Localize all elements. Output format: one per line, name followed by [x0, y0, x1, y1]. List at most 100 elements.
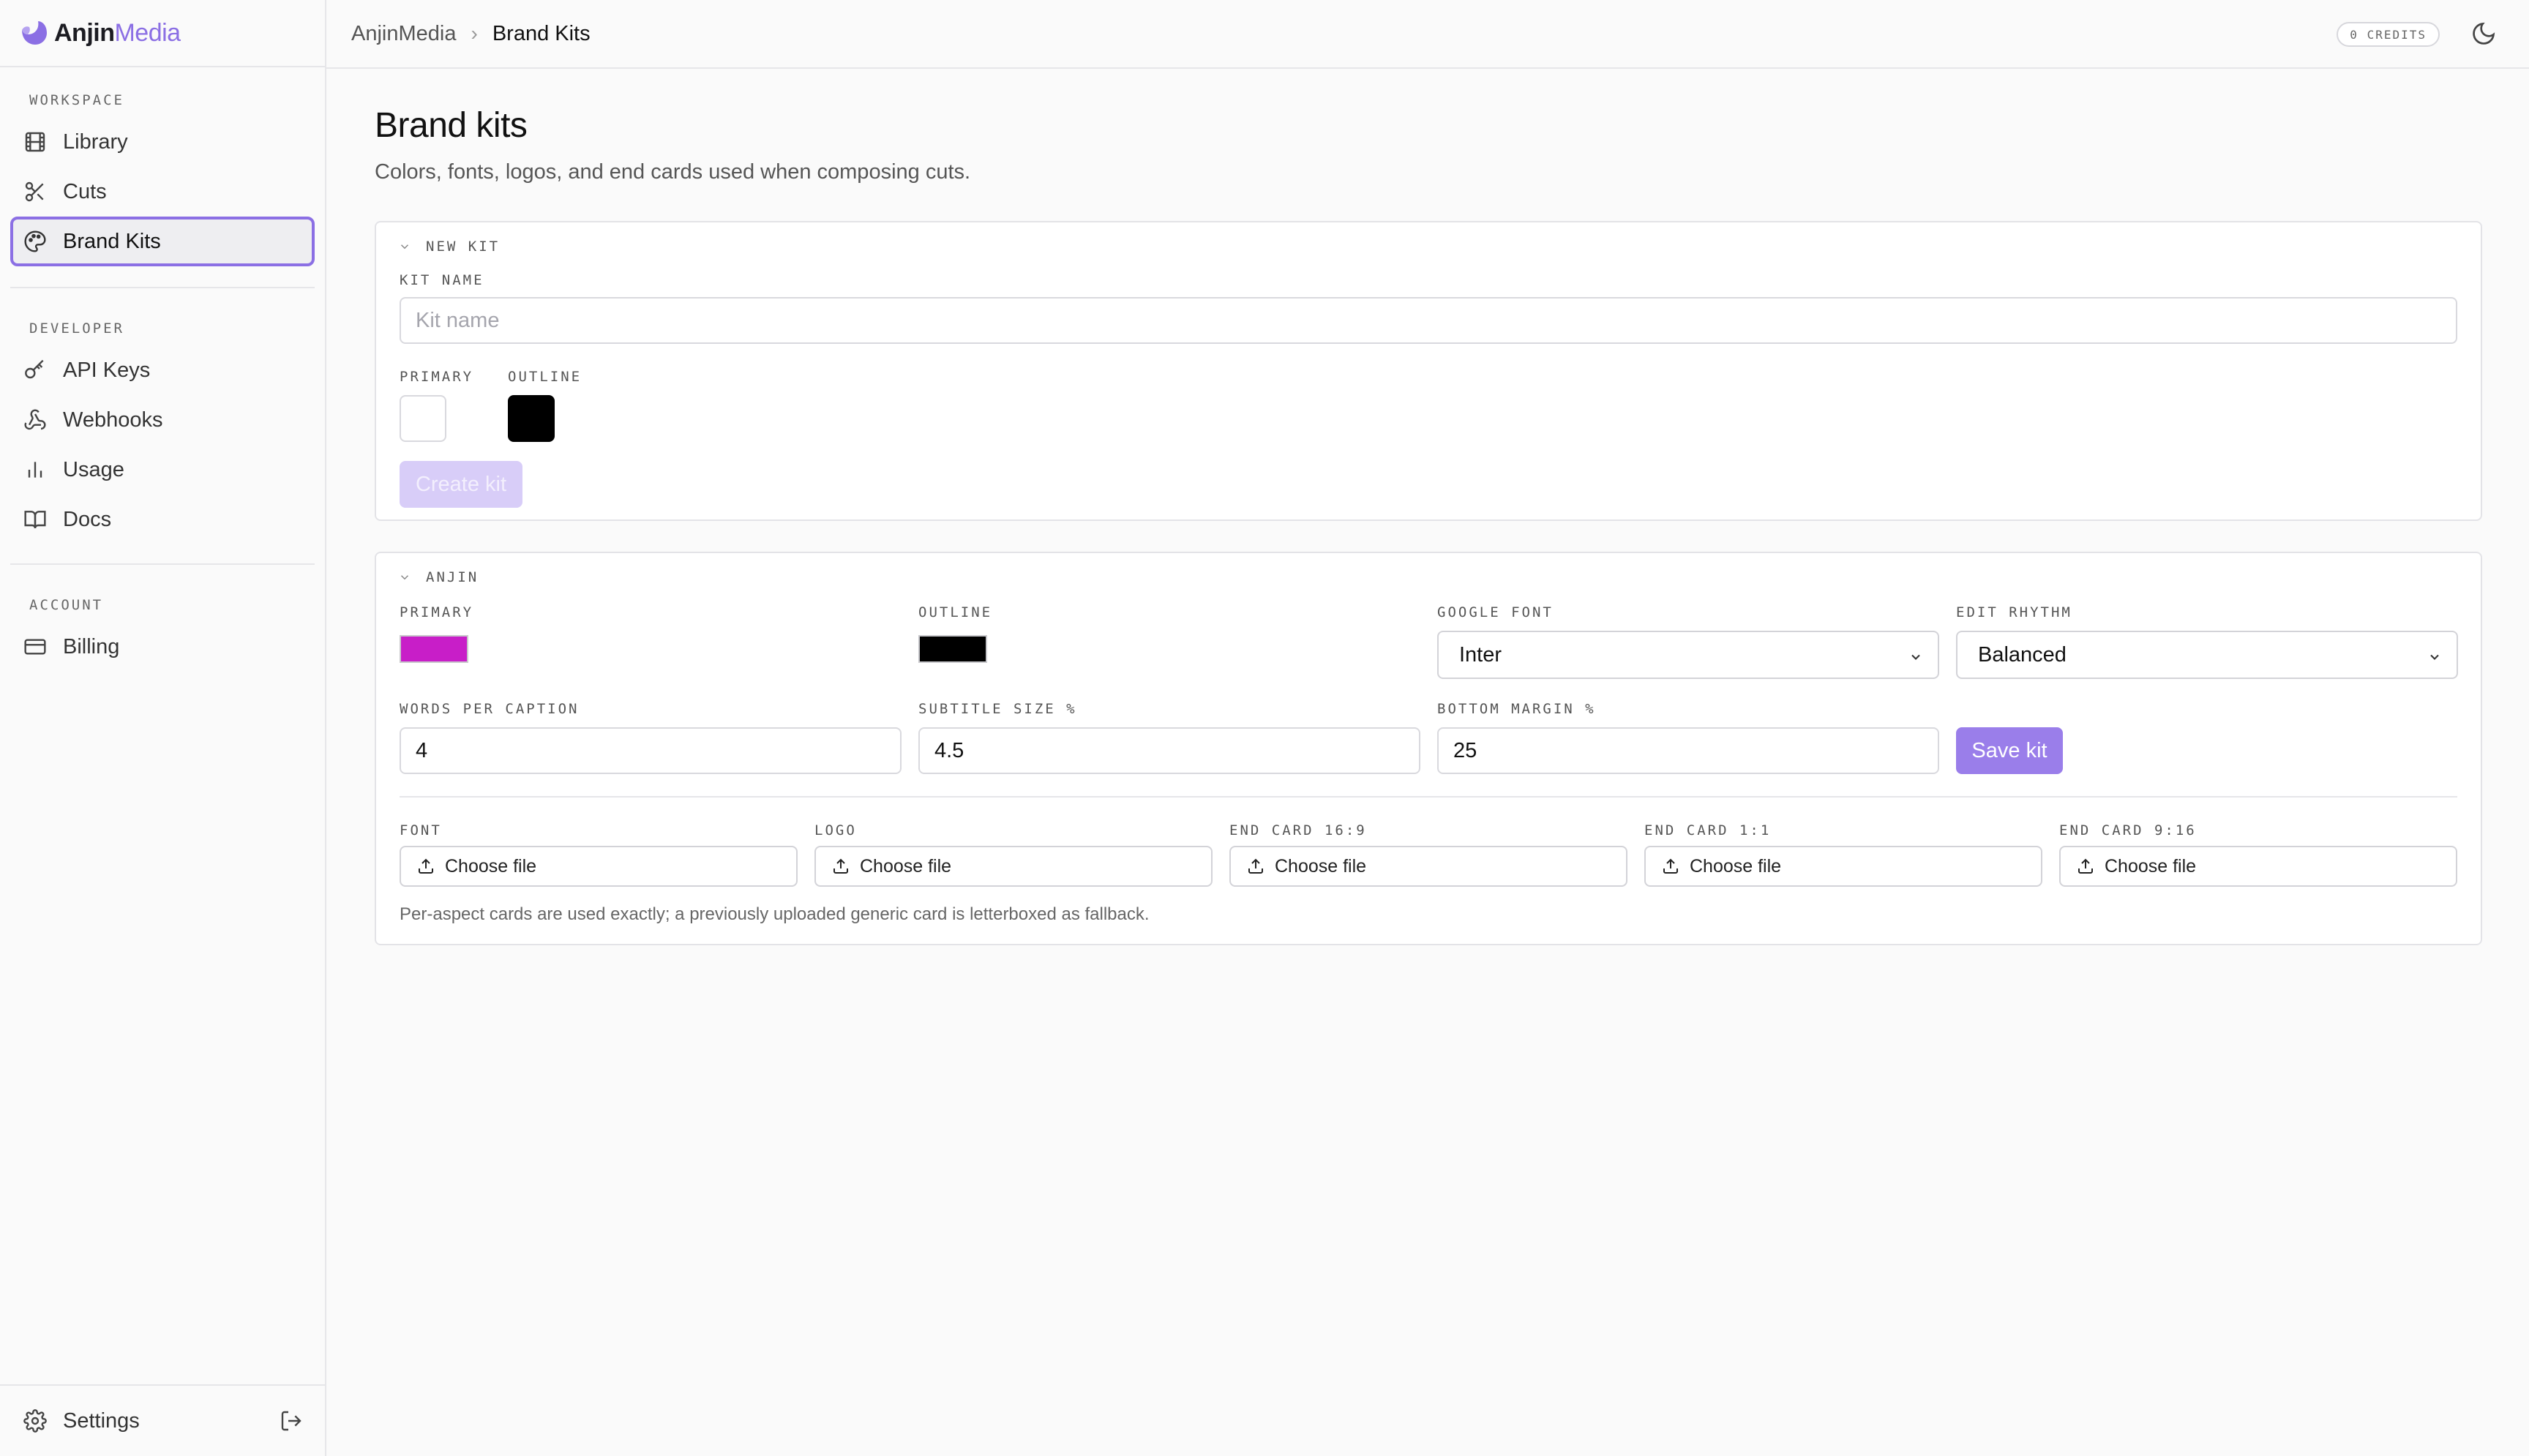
upload-icon: [1663, 858, 1678, 874]
choose-file-label: Choose file: [2105, 855, 2197, 877]
sidebar-item-brand-kits[interactable]: Brand Kits: [10, 217, 315, 266]
kit-outline-label: OUTLINE: [918, 604, 993, 620]
sidebar-item-label: Webhooks: [63, 408, 163, 432]
bottom-margin-label: BOTTOM MARGIN %: [1437, 701, 1596, 717]
end-card-1-1-label: END CARD 1:1: [1644, 822, 1772, 838]
new-kit-card: NEW KIT KIT NAME PRIMARY OUTLINE Create …: [375, 221, 2482, 521]
key-icon: [25, 359, 44, 379]
settings-label: Settings: [63, 1408, 140, 1433]
google-font-value: Inter: [1459, 642, 1502, 667]
credits-badge[interactable]: 0 CREDITS: [2337, 22, 2440, 47]
chevron-down-icon[interactable]: [398, 571, 411, 584]
breadcrumb: AnjinMedia › Brand Kits: [351, 22, 591, 46]
subtitle-size-label: SUBTITLE SIZE %: [918, 701, 1077, 717]
moon-icon[interactable]: [2470, 20, 2497, 47]
chevron-right-icon: ›: [471, 22, 478, 45]
section-label-workspace: WORKSPACE: [29, 92, 124, 108]
upload-icon: [833, 858, 848, 874]
sidebar-item-label: API Keys: [63, 358, 151, 382]
sidebar-item-usage[interactable]: Usage: [10, 445, 315, 495]
save-kit-button[interactable]: Save kit: [1956, 727, 2063, 774]
logo-icon: [22, 21, 47, 45]
main-content: Brand kits Colors, fonts, logos, and end…: [375, 69, 2482, 945]
end-card-9-16-choose-file-button[interactable]: Choose file: [2059, 846, 2457, 887]
logo-choose-file-button[interactable]: Choose file: [814, 846, 1213, 887]
scissors-icon: [25, 181, 44, 202]
upload-icon: [2078, 858, 2093, 874]
section-label-developer: DEVELOPER: [29, 320, 124, 337]
sidebar-item-label: Brand Kits: [63, 229, 161, 253]
choose-file-label: Choose file: [445, 855, 537, 877]
chevron-down-icon[interactable]: [398, 240, 411, 253]
google-font-label: GOOGLE FONT: [1437, 604, 1554, 620]
end-card-note: Per-aspect cards are used exactly; a pre…: [400, 904, 1150, 924]
edit-rhythm-label: EDIT RHYTHM: [1956, 604, 2072, 620]
outline-label: OUTLINE: [508, 369, 582, 385]
bar-chart-icon: [28, 462, 42, 478]
sidebar-item-label: Usage: [63, 457, 124, 481]
logout-icon[interactable]: [280, 1409, 303, 1433]
edit-rhythm-value: Balanced: [1978, 642, 2067, 667]
create-kit-button[interactable]: Create kit: [400, 461, 522, 508]
primary-color-picker[interactable]: [400, 395, 446, 442]
words-per-caption-label: WORDS PER CAPTION: [400, 701, 580, 717]
sidebar-item-label: Library: [63, 130, 128, 154]
font-choose-file-button[interactable]: Choose file: [400, 846, 798, 887]
upload-icon: [419, 858, 433, 874]
choose-file-label: Choose file: [860, 855, 952, 877]
upload-icon: [1248, 858, 1263, 874]
breadcrumb-current: Brand Kits: [492, 21, 591, 45]
page-subtitle: Colors, fonts, logos, and end cards used…: [375, 160, 971, 184]
choose-file-label: Choose file: [1690, 855, 1782, 877]
topbar: AnjinMedia › Brand Kits 0 CREDITS: [326, 0, 2529, 69]
sidebar-item-webhooks[interactable]: Webhooks: [10, 395, 315, 445]
choose-file-label: Choose file: [1275, 855, 1367, 877]
page-title: Brand kits: [375, 106, 528, 145]
kit-primary-label: PRIMARY: [400, 604, 474, 620]
film-icon: [25, 132, 45, 152]
primary-label: PRIMARY: [400, 369, 474, 385]
end-card-16-9-label: END CARD 16:9: [1229, 822, 1367, 838]
palette-icon: [24, 230, 46, 252]
gear-icon: [23, 1409, 47, 1433]
sidebar-item-settings[interactable]: Settings: [0, 1384, 325, 1456]
sidebar-item-library[interactable]: Library: [10, 117, 315, 167]
end-card-16-9-choose-file-button[interactable]: Choose file: [1229, 846, 1627, 887]
section-divider: [400, 796, 2457, 798]
google-font-select[interactable]: Inter: [1437, 631, 1939, 679]
sidebar-item-docs[interactable]: Docs: [10, 495, 315, 544]
end-card-9-16-label: END CARD 9:16: [2059, 822, 2197, 838]
sidebar-item-billing[interactable]: Billing: [10, 622, 315, 672]
webhook-icon: [24, 409, 46, 430]
sidebar-item-api-keys[interactable]: API Keys: [10, 345, 315, 395]
credit-card-icon: [24, 639, 46, 655]
book-open-icon: [24, 511, 46, 529]
app-root: AnjinMedia WORKSPACE Library Cuts Brand …: [0, 0, 2529, 1456]
chevron-down-icon: [2430, 654, 2439, 660]
outline-color-picker[interactable]: [508, 395, 555, 442]
logo[interactable]: AnjinMedia: [0, 0, 325, 67]
subtitle-size-input[interactable]: [918, 727, 1420, 774]
section-label-account: ACCOUNT: [29, 597, 104, 613]
words-per-caption-input[interactable]: [400, 727, 902, 774]
kit-name-label: KIT NAME: [400, 272, 484, 288]
kit-header[interactable]: ANJIN: [426, 569, 479, 585]
brand-wordmark: AnjinMedia: [54, 18, 181, 47]
kit-card-anjin: ANJIN PRIMARY OUTLINE GOOGLE FONT EDIT R…: [375, 552, 2482, 945]
logo-upload-label: LOGO: [814, 822, 857, 838]
new-kit-header[interactable]: NEW KIT: [426, 239, 500, 255]
sidebar-item-label: Docs: [63, 507, 112, 531]
kit-outline-color-swatch[interactable]: [918, 635, 987, 663]
sidebar-item-label: Billing: [63, 634, 120, 658]
edit-rhythm-select[interactable]: Balanced: [1956, 631, 2458, 679]
chevron-down-icon: [1911, 654, 1920, 660]
end-card-1-1-choose-file-button[interactable]: Choose file: [1644, 846, 2042, 887]
sidebar: AnjinMedia WORKSPACE Library Cuts Brand …: [0, 0, 326, 1456]
sidebar-item-label: Cuts: [63, 179, 107, 203]
sidebar-item-cuts[interactable]: Cuts: [10, 167, 315, 217]
kit-primary-color-swatch[interactable]: [400, 635, 468, 663]
font-upload-label: FONT: [400, 822, 442, 838]
bottom-margin-input[interactable]: [1437, 727, 1939, 774]
breadcrumb-root[interactable]: AnjinMedia: [351, 22, 456, 46]
kit-name-input[interactable]: [400, 297, 2457, 344]
